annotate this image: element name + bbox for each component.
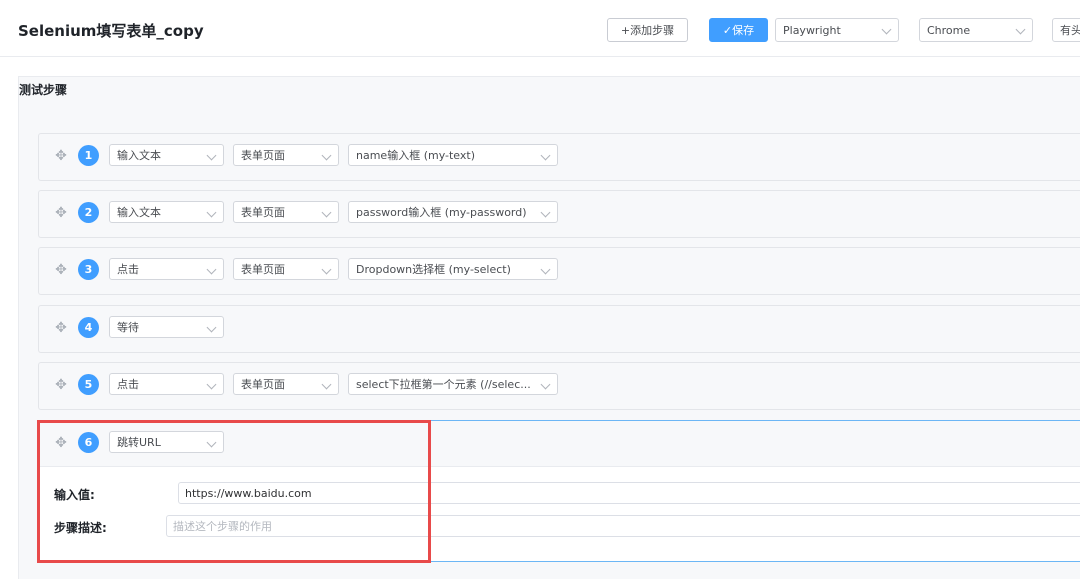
input-value-label: 输入值: bbox=[54, 488, 95, 502]
step-description-field[interactable]: 描述这个步骤的作用 bbox=[166, 515, 1080, 537]
action-select[interactable]: 输入文本 bbox=[109, 144, 224, 166]
action-select[interactable]: 等待 bbox=[109, 316, 224, 338]
head-mode-select[interactable]: 有头 bbox=[1052, 18, 1080, 42]
chevron-down-icon bbox=[206, 437, 217, 448]
action-select[interactable]: 输入文本 bbox=[109, 201, 224, 223]
framework-select-value: Playwright bbox=[783, 23, 841, 37]
test-steps-section: 测试步骤 ✥ 1 输入文本 表单页面 name输入框 (my-text) ✥ 2… bbox=[18, 76, 1080, 579]
chevron-down-icon bbox=[540, 207, 551, 218]
action-select[interactable]: 跳转URL bbox=[109, 431, 224, 453]
page-select-value: 表单页面 bbox=[241, 149, 285, 162]
action-select-value: 输入文本 bbox=[117, 149, 161, 162]
chevron-down-icon bbox=[881, 24, 892, 35]
chevron-down-icon bbox=[540, 264, 551, 275]
page-select[interactable]: 表单页面 bbox=[233, 144, 339, 166]
chevron-down-icon bbox=[206, 379, 217, 390]
framework-select[interactable]: Playwright bbox=[775, 18, 899, 42]
drag-move-icon[interactable]: ✥ bbox=[53, 148, 69, 164]
save-button[interactable]: ✓保存 bbox=[709, 18, 768, 42]
action-select-value: 等待 bbox=[117, 321, 139, 334]
browser-select-value: Chrome bbox=[927, 23, 971, 37]
element-select[interactable]: select下拉框第一个元素 (//selec... bbox=[348, 373, 558, 395]
step-number-badge: 4 bbox=[78, 317, 99, 338]
top-bar: Selenium填写表单_copy +添加步骤 ✓保存 Playwright C… bbox=[0, 0, 1080, 57]
page-select-value: 表单页面 bbox=[241, 206, 285, 219]
page-select[interactable]: 表单页面 bbox=[233, 258, 339, 280]
step-number-badge: 2 bbox=[78, 202, 99, 223]
chevron-down-icon bbox=[321, 379, 332, 390]
action-select-value: 点击 bbox=[117, 263, 139, 276]
add-step-button[interactable]: +添加步骤 bbox=[607, 18, 688, 42]
chevron-down-icon bbox=[540, 379, 551, 390]
element-select-value: name输入框 (my-text) bbox=[356, 149, 475, 162]
action-select-value: 跳转URL bbox=[117, 436, 161, 449]
step-row-4: ✥ 4 等待 bbox=[38, 305, 1080, 353]
step-description-label: 步骤描述: bbox=[54, 521, 107, 535]
element-select-value: select下拉框第一个元素 (//selec... bbox=[356, 378, 531, 391]
browser-select[interactable]: Chrome bbox=[919, 18, 1033, 42]
page-select-value: 表单页面 bbox=[241, 263, 285, 276]
element-select[interactable]: password输入框 (my-password) bbox=[348, 201, 558, 223]
step-number-badge: 1 bbox=[78, 145, 99, 166]
head-mode-select-value: 有头 bbox=[1060, 24, 1080, 37]
page-select[interactable]: 表单页面 bbox=[233, 201, 339, 223]
chevron-down-icon bbox=[540, 150, 551, 161]
chevron-down-icon bbox=[1015, 24, 1026, 35]
chevron-down-icon bbox=[206, 264, 217, 275]
step-row-5: ✥ 5 点击 表单页面 select下拉框第一个元素 (//selec... bbox=[38, 362, 1080, 410]
drag-move-icon[interactable]: ✥ bbox=[53, 205, 69, 221]
step-row-3: ✥ 3 点击 表单页面 Dropdown选择框 (my-select) bbox=[38, 247, 1080, 295]
step-number-badge: 6 bbox=[78, 432, 99, 453]
drag-move-icon[interactable]: ✥ bbox=[53, 377, 69, 393]
input-value-field[interactable]: https://www.baidu.com bbox=[178, 482, 1080, 504]
action-select-value: 点击 bbox=[117, 378, 139, 391]
drag-move-icon[interactable]: ✥ bbox=[53, 320, 69, 336]
step-row-2: ✥ 2 输入文本 表单页面 password输入框 (my-password) bbox=[38, 190, 1080, 238]
section-title: 测试步骤 bbox=[19, 83, 68, 97]
chevron-down-icon bbox=[206, 150, 217, 161]
action-select[interactable]: 点击 bbox=[109, 258, 224, 280]
action-select[interactable]: 点击 bbox=[109, 373, 224, 395]
drag-move-icon[interactable]: ✥ bbox=[53, 435, 69, 451]
chevron-down-icon bbox=[321, 264, 332, 275]
chevron-down-icon bbox=[206, 207, 217, 218]
element-select[interactable]: name输入框 (my-text) bbox=[348, 144, 558, 166]
step-row-6-expanded: ✥ 6 跳转URL 输入值: https://www.baidu.com 步骤描… bbox=[38, 420, 1080, 562]
drag-move-icon[interactable]: ✥ bbox=[53, 262, 69, 278]
action-select-value: 输入文本 bbox=[117, 206, 161, 219]
element-select-value: password输入框 (my-password) bbox=[356, 206, 527, 219]
chevron-down-icon bbox=[321, 150, 332, 161]
step-number-badge: 3 bbox=[78, 259, 99, 280]
page-select-value: 表单页面 bbox=[241, 378, 285, 391]
page-title: Selenium填写表单_copy bbox=[18, 22, 204, 40]
element-select-value: Dropdown选择框 (my-select) bbox=[356, 263, 511, 276]
step-row-1: ✥ 1 输入文本 表单页面 name输入框 (my-text) bbox=[38, 133, 1080, 181]
chevron-down-icon bbox=[321, 207, 332, 218]
element-select[interactable]: Dropdown选择框 (my-select) bbox=[348, 258, 558, 280]
chevron-down-icon bbox=[206, 322, 217, 333]
step-number-badge: 5 bbox=[78, 374, 99, 395]
page-select[interactable]: 表单页面 bbox=[233, 373, 339, 395]
step-6-header: ✥ 6 跳转URL bbox=[39, 421, 1080, 467]
